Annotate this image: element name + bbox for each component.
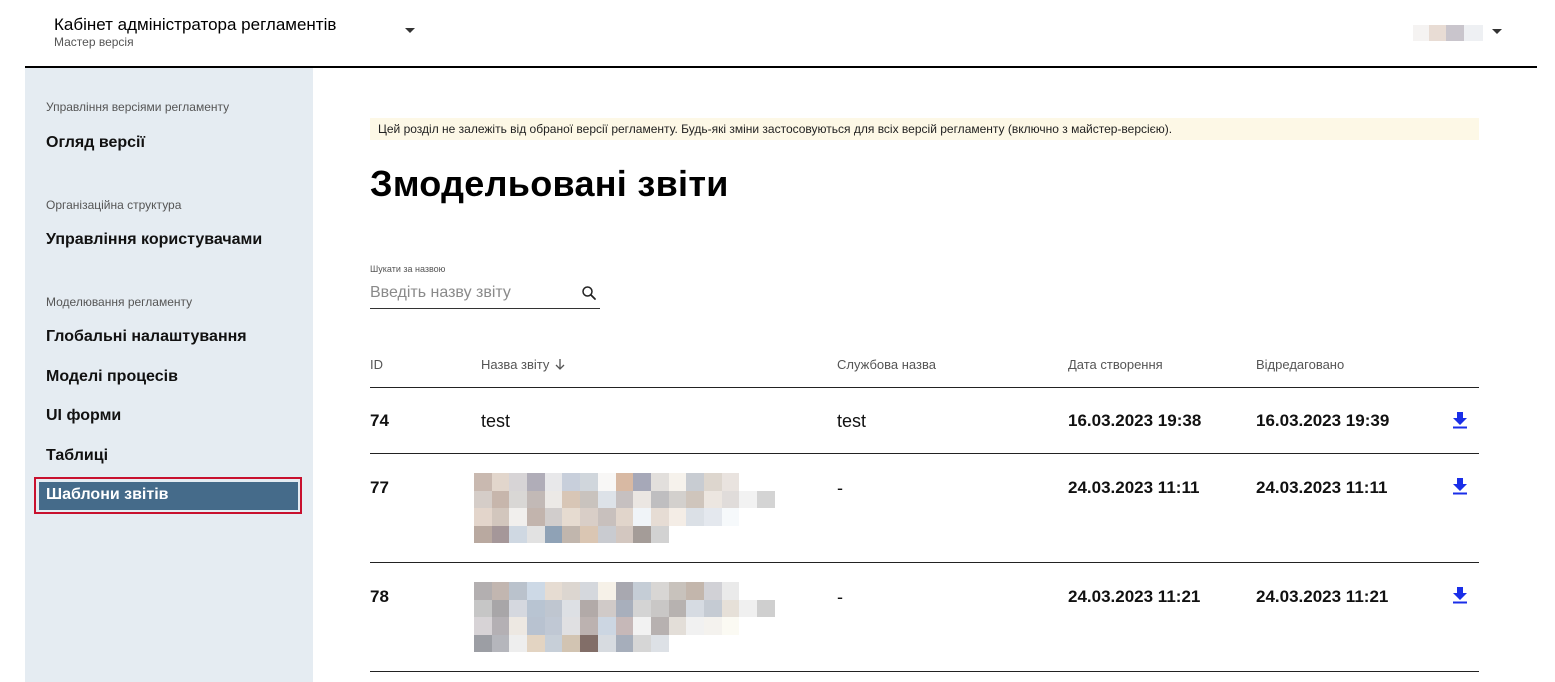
cell-created-date: 24.03.2023 11:21 xyxy=(1068,587,1201,606)
sidebar-item-version-overview[interactable]: Огляд версії xyxy=(46,134,145,152)
search-input[interactable] xyxy=(370,280,570,306)
sidebar-section-modeling: Моделювання регламенту xyxy=(46,295,193,309)
column-header-edited-date[interactable]: Відредаговано xyxy=(1256,357,1344,372)
download-icon[interactable] xyxy=(1452,477,1468,495)
search-icon[interactable] xyxy=(580,284,598,302)
column-header-service-name[interactable]: Службова назва xyxy=(837,357,936,372)
download-icon[interactable] xyxy=(1452,411,1468,429)
cell-edited-date: 24.03.2023 11:21 xyxy=(1256,587,1389,606)
sidebar-item-user-management[interactable]: Управління користувачами xyxy=(46,231,262,249)
column-header-id[interactable]: ID xyxy=(370,357,383,372)
column-header-created-date[interactable]: Дата створення xyxy=(1068,357,1163,372)
sidebar-item-global-settings[interactable]: Глобальні налаштування xyxy=(46,328,247,346)
search-field xyxy=(370,280,600,309)
column-header-report-name[interactable]: Назва звіту xyxy=(481,357,565,372)
row-divider xyxy=(370,671,1479,672)
download-icon[interactable] xyxy=(1452,586,1468,604)
table-header-divider xyxy=(370,387,1479,388)
app-title: Кабінет адміністратора регламентів xyxy=(54,15,337,34)
cell-service-name: test xyxy=(837,411,867,431)
cell-created-date: 24.03.2023 11:11 xyxy=(1068,478,1200,497)
version-caret-down-icon[interactable] xyxy=(405,28,415,33)
sidebar-section-org-structure: Організаційна структура xyxy=(46,198,182,212)
sidebar-item-process-models[interactable]: Моделі процесів xyxy=(46,368,178,386)
sidebar: Управління версіями регламенту Огляд вер… xyxy=(25,68,313,682)
cell-id: 77 xyxy=(370,478,389,497)
arrow-down-icon[interactable] xyxy=(555,359,565,370)
page-title: Змодельовані звіти xyxy=(370,163,729,204)
sidebar-section-versions: Управління версіями регламенту xyxy=(46,100,230,114)
user-menu-caret-down-icon[interactable] xyxy=(1492,29,1502,34)
cell-created-date: 16.03.2023 19:38 xyxy=(1068,411,1202,430)
cell-edited-date: 16.03.2023 19:39 xyxy=(1256,411,1390,430)
sidebar-item-tables[interactable]: Таблиці xyxy=(46,447,108,465)
row-divider xyxy=(370,562,1479,563)
search-label: Шукати за назвою xyxy=(370,264,446,274)
cell-edited-date: 24.03.2023 11:11 xyxy=(1256,478,1388,497)
cell-id: 74 xyxy=(370,411,389,430)
column-header-report-name-label: Назва звіту xyxy=(481,357,550,372)
row-divider xyxy=(370,453,1479,454)
cell-service-name: - xyxy=(837,587,843,607)
app-header: Кабінет адміністратора регламентів Масте… xyxy=(0,0,1555,68)
sidebar-item-ui-forms[interactable]: UI форми xyxy=(46,407,121,425)
cell-service-name: - xyxy=(837,478,843,498)
info-notice: Цей розділ не залежіть від обраної версі… xyxy=(370,118,1479,140)
blurred-report-name xyxy=(474,473,793,543)
blurred-report-name xyxy=(474,582,793,652)
user-avatar[interactable] xyxy=(1413,25,1483,41)
version-subtitle: Мастер версія xyxy=(54,35,134,49)
cell-report-name: test xyxy=(481,411,511,431)
cell-id: 78 xyxy=(370,587,389,606)
sidebar-item-report-templates[interactable]: Шаблони звітів xyxy=(39,482,298,510)
